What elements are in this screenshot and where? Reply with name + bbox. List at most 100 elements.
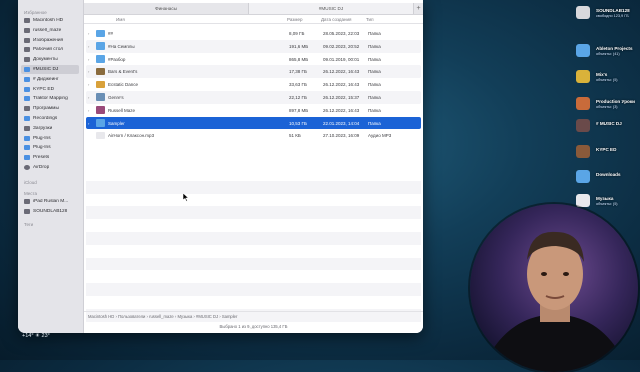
sidebar-item[interactable]: Recordings — [21, 114, 79, 123]
tab-finances[interactable]: Финанасы — [84, 3, 249, 14]
sidebar-item[interactable]: russell_maze — [21, 26, 79, 35]
folder-icon — [96, 55, 105, 63]
file-row[interactable]: › Russell Maze 897,8 МБ 26.12.2022, 16:43 Па… — [86, 104, 421, 117]
airdrop-icon — [24, 165, 30, 170]
file-row[interactable]: › Bars & Event's 17,38 ГБ 26.12.2022, 16:43… — [86, 65, 421, 79]
folder-icon — [24, 145, 30, 151]
file-kind: Папка — [368, 56, 381, 62]
sidebar-item[interactable]: # Диджеинг — [21, 75, 79, 84]
drive-icon[interactable] — [576, 6, 590, 19]
disclosure-chevron-icon[interactable]: › — [88, 31, 89, 36]
disclosure-chevron-icon[interactable]: › — [88, 44, 89, 49]
column-kind[interactable]: Тип — [366, 17, 374, 22]
folder-icon[interactable] — [576, 44, 590, 57]
disclosure-chevron-icon[interactable]: › — [88, 57, 89, 62]
disclosure-chevron-icon[interactable]: › — [88, 95, 89, 100]
file-row[interactable]: › #На Семплы 191,6 МБ 09.02.2023, 20:52 Папк… — [86, 39, 421, 53]
desktop-item-sublabel: свободно 123,9 ГБ — [596, 14, 629, 18]
file-date: 26.12.2022, 16:43 — [323, 82, 360, 88]
sidebar-item-label: KYPC ED — [33, 86, 55, 92]
disclosure-chevron-icon[interactable]: › — [88, 108, 89, 113]
images-icon — [24, 37, 30, 43]
file-date: 26.12.2022, 16:43 — [323, 69, 360, 75]
desktop-item-label[interactable]: Музыка — [596, 196, 613, 201]
drive-icon — [24, 209, 30, 214]
file-kind: Папка — [368, 43, 381, 49]
sidebar-location-item[interactable]: iPad Ruslan M... — [21, 197, 79, 206]
weather-widget: +14° ☀ 23° — [22, 333, 50, 339]
sidebar-item[interactable]: Plug-Ins — [21, 134, 79, 143]
sidebar-item[interactable]: Plug-Ins — [21, 143, 79, 152]
folder-icon — [24, 155, 30, 161]
file-date: 27.10.2023, 16:09 — [323, 133, 360, 139]
desktop-item-label[interactable]: Mix's — [596, 72, 607, 77]
finder-window: Избранное Macintosh HD russell_maze Изобра… — [18, 0, 423, 333]
sidebar-item[interactable]: Рабочий стол — [21, 45, 79, 54]
file-name: Ecstatic Dance — [108, 82, 139, 88]
sidebar-item[interactable]: Документы — [21, 55, 79, 64]
new-tab-button[interactable]: + — [414, 3, 423, 14]
desktop-item-label[interactable]: SOUNDLAB128 — [596, 8, 630, 13]
file-row[interactable]: › Sampler 10,53 ГБ 22.01.2023, 14:04 Папка — [86, 116, 421, 130]
disclosure-chevron-icon[interactable]: › — [88, 82, 89, 87]
file-list: › ## 8,09 ГБ 28.05.2023, 22:03 Папка › #На Сем… — [86, 27, 421, 142]
sidebar-location-item[interactable]: SOUNDLAB128 — [21, 207, 79, 216]
folder-icon — [96, 67, 105, 76]
disclosure-chevron-icon[interactable]: › — [88, 69, 89, 74]
file-row[interactable]: › Genre's 22,12 ГБ 26.12.2022, 15:37 Папка — [86, 90, 421, 104]
sidebar-location-label: SOUNDLAB128 — [33, 209, 68, 214]
sidebar-item-label: Macintosh HD — [33, 18, 64, 23]
downloads-folder-icon[interactable] — [576, 170, 590, 183]
sidebar-item[interactable]: #MUSIC DJ — [21, 65, 79, 74]
documents-icon — [24, 57, 30, 63]
column-date[interactable]: Дата создания — [321, 17, 352, 22]
sidebar: Избранное Macintosh HD russell_maze Изобра… — [18, 0, 84, 333]
sidebar-item[interactable]: Macintosh HD — [21, 16, 79, 25]
tab-music-dj[interactable]: #MUSIC DJ — [249, 3, 414, 14]
desktop-item-label[interactable]: KYPC ED — [596, 147, 616, 152]
audio-file-icon — [96, 131, 105, 140]
disclosure-chevron-icon[interactable]: › — [88, 121, 89, 126]
sidebar-item[interactable]: Загрузки — [21, 124, 79, 133]
folder-icon[interactable] — [576, 97, 590, 110]
locations-heading: Места — [24, 191, 38, 196]
sidebar-item[interactable]: Presets — [21, 153, 79, 162]
file-row[interactable]: AirHorn / Клаксон.mp3 51 КБ 27.10.2023, 16… — [86, 129, 421, 142]
sidebar-item[interactable]: Traktor Mapping — [21, 94, 79, 103]
file-kind: Папка — [368, 69, 381, 75]
sidebar-item[interactable]: Изображения — [21, 36, 79, 45]
sidebar-item-label: #MUSIC DJ — [33, 67, 59, 72]
file-row[interactable]: › #Разбор 865,8 МБ 09.01.2019, 00:01 Папка — [86, 53, 421, 66]
file-name: Russell Maze — [108, 107, 136, 113]
file-size: 865,8 МБ — [289, 56, 309, 62]
path-bar[interactable]: Macintosh HD › Пользователи › russell_ma… — [84, 311, 423, 321]
file-row[interactable]: › ## 8,09 ГБ 28.05.2023, 22:03 Папка — [86, 27, 421, 40]
sidebar-item[interactable]: AirDrop — [21, 163, 79, 172]
avatar-folder-icon[interactable] — [576, 119, 590, 132]
sidebar-item-label: Presets — [33, 155, 50, 161]
file-name: Bars & Event's — [108, 69, 138, 75]
desktop-item-label[interactable]: # MUSIC DJ — [596, 121, 622, 126]
avatar-folder-icon[interactable] — [576, 145, 590, 158]
file-row[interactable]: › Ecstatic Dance 33,63 ГБ 26.12.2022, 16:43… — [86, 78, 421, 91]
desktop-item-label[interactable]: Production Уроки — [596, 99, 635, 104]
person-silhouette-icon — [480, 231, 630, 372]
file-name: #Разбор — [108, 56, 126, 62]
sidebar-item[interactable]: Программы — [21, 104, 79, 113]
folder-icon — [24, 116, 30, 121]
desktop-item-label[interactable]: Downloads — [596, 172, 621, 177]
folder-icon — [96, 93, 105, 101]
sidebar-item-label: Изображения — [33, 37, 64, 43]
desktop-item-label[interactable]: Ableton Projects — [596, 46, 633, 51]
folder-icon — [24, 86, 30, 92]
file-size: 8,09 ГБ — [289, 31, 305, 36]
column-name[interactable]: Имя — [116, 17, 125, 22]
vinyl-icon[interactable] — [576, 70, 590, 83]
icloud-heading: iCloud — [24, 180, 37, 185]
column-size[interactable]: Размер — [287, 17, 302, 22]
music-folder-icon[interactable] — [576, 194, 590, 207]
status-bar: Выбрано 1 из 9, доступно 135,4 ГБ — [219, 324, 288, 329]
apps-icon — [24, 106, 30, 112]
sidebar-item[interactable]: KYPC ED — [21, 85, 79, 94]
folder-icon — [24, 96, 30, 102]
